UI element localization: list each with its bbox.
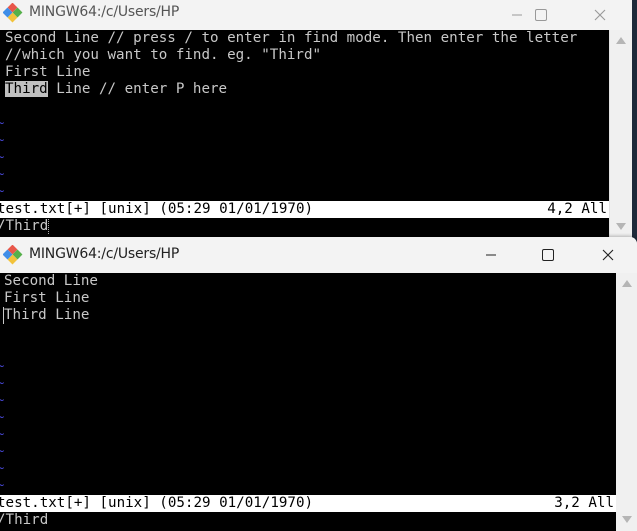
line-text: Second Line [4, 273, 98, 289]
line-text: First Line [4, 290, 90, 306]
cursor-position: 3,2 All [554, 495, 614, 511]
text-cursor [3, 307, 4, 324]
cursor-position: 4,2 All [547, 201, 607, 217]
maximize-button[interactable] [518, 0, 564, 30]
empty-line-tilde: ~ [0, 133, 5, 147]
empty-line-tilde: ~ [0, 184, 5, 198]
maximize-button[interactable] [525, 237, 571, 273]
text-line: //which you want to find. eg. "Third" [5, 47, 321, 64]
terminal-output[interactable]: Second Line // press / to enter in find … [0, 30, 609, 238]
scroll-down-button[interactable] [610, 218, 632, 234]
scroll-down-button[interactable] [616, 511, 637, 527]
search-command: /Third [0, 218, 49, 234]
command-line[interactable]: /Third [0, 218, 50, 235]
minimize-button[interactable] [468, 237, 514, 273]
line-text: Third Line [4, 307, 90, 323]
text-cursor [48, 218, 50, 234]
scrollbar[interactable] [616, 273, 637, 531]
empty-line-tilde: ~ [0, 478, 5, 492]
git-bash-icon [3, 245, 23, 265]
terminal-window-bottom: MINGW64:/c/Users/HP Second Line First Li… [0, 237, 637, 531]
arrow-down-icon [621, 515, 632, 523]
text-line: Third Line // enter P here [5, 81, 227, 98]
window-title: MINGW64:/c/Users/HP [29, 4, 180, 20]
search-command: /Third [0, 512, 49, 528]
arrow-up-icon [616, 36, 626, 44]
close-icon [594, 9, 606, 21]
empty-line-tilde: ~ [0, 167, 5, 181]
text-line: Second Line [4, 273, 98, 290]
arrow-up-icon [621, 279, 632, 287]
text-line: First Line [4, 290, 89, 307]
status-line: test.txt[+] [unix] (05:29 01/01/1970) 3,… [0, 495, 616, 512]
text-line: First Line [5, 64, 90, 81]
empty-line-tilde: ~ [0, 461, 5, 475]
line-text: //which you want to find. eg. "Third" [5, 47, 322, 63]
terminal-output[interactable]: Second Line First Line Third Line ~ ~ ~ … [0, 273, 616, 531]
empty-line-tilde: ~ [0, 359, 5, 373]
maximize-icon [542, 249, 554, 261]
minimize-icon [486, 254, 496, 256]
close-button[interactable] [577, 0, 623, 30]
close-button[interactable] [585, 237, 631, 273]
scroll-up-button[interactable] [616, 275, 637, 291]
title-bar[interactable]: MINGW64:/c/Users/HP [0, 237, 637, 273]
empty-line-tilde: ~ [0, 116, 5, 130]
text-line: Second Line // press / to enter in find … [5, 30, 577, 47]
scroll-up-button[interactable] [610, 32, 632, 48]
line-text: Second Line // press / to enter in find … [5, 30, 578, 46]
terminal-window-top: MINGW64:/c/Users/HP Second Line // press… [0, 0, 632, 238]
scrollbar[interactable] [609, 30, 632, 238]
maximize-icon [535, 9, 547, 21]
git-bash-icon [3, 3, 23, 23]
search-highlight: Third [5, 81, 48, 97]
text-line: Third Line [3, 307, 90, 324]
empty-line-tilde: ~ [0, 444, 5, 458]
file-info: test.txt[+] [unix] (05:29 01/01/1970) [0, 201, 314, 217]
window-title: MINGW64:/c/Users/HP [29, 246, 180, 262]
empty-line-tilde: ~ [0, 410, 5, 424]
empty-line-tilde: ~ [0, 376, 5, 390]
title-bar[interactable]: MINGW64:/c/Users/HP [0, 0, 632, 30]
empty-line-tilde: ~ [0, 393, 5, 407]
empty-line-tilde: ~ [0, 150, 5, 164]
empty-line-tilde: ~ [0, 427, 5, 441]
line-text: First Line [5, 64, 91, 80]
command-line[interactable]: /Third [0, 512, 48, 529]
close-icon [602, 249, 614, 261]
arrow-down-icon [616, 222, 626, 230]
line-text: Line // enter P here [47, 81, 228, 97]
file-info: test.txt[+] [unix] (05:29 01/01/1970) [0, 495, 314, 511]
status-line: test.txt[+] [unix] (05:29 01/01/1970) 4,… [0, 201, 609, 218]
